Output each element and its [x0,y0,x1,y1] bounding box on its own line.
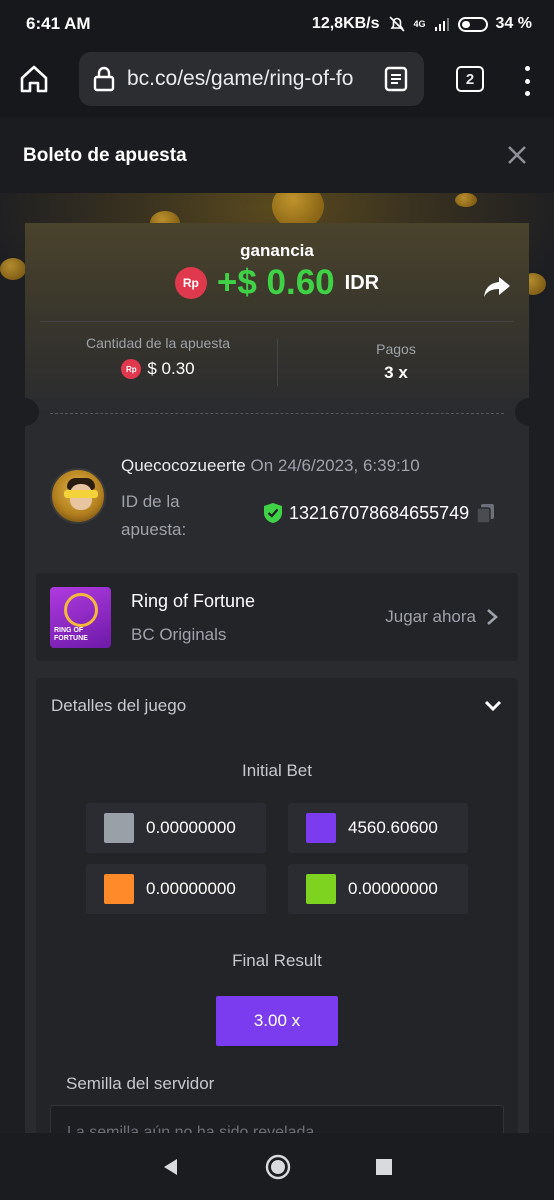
bet-cell-purple: 4560.60600 [288,803,468,853]
bet-amount-value-row: Rp $ 0.30 [45,359,271,379]
play-now-label: Jugar ahora [385,607,476,626]
game-details-panel: Detalles del juego Initial Bet 0.0000000… [36,678,518,1133]
lock-icon [93,66,115,92]
ticket-notch [515,398,543,426]
mute-bell-icon [388,16,405,32]
game-thumbnail-text: RING OF FORTUNE [54,627,88,642]
payout-stat: Pagos 3 x [285,341,507,383]
bet-cell-grey: 0.00000000 [86,803,266,853]
purple-swatch [306,813,336,843]
tab-switcher-button[interactable]: 2 [456,66,484,92]
orange-swatch [104,874,134,904]
verified-shield-icon [264,503,282,523]
gain-label: ganancia [240,241,314,260]
bet-value: 0.00000000 [348,879,438,898]
coin-decoration [455,193,477,207]
bet-amount-label: Cantidad de la apuesta [86,335,230,351]
bet-id-label: ID de la apuesta: [121,492,187,539]
ticket-summary: ganancia Rp +$ 0.60 IDR Cantidad de la a… [25,223,529,413]
divider [277,338,278,386]
server-seed-field[interactable]: La semilla aún no ha sido revelada [50,1105,504,1133]
game-provider: BC Originals [131,625,227,644]
game-name: Ring of Fortune [131,591,256,611]
bet-id-row: 132167078684655749 [263,502,497,524]
modal-content[interactable]: ganancia Rp +$ 0.60 IDR Cantidad de la a… [0,193,554,1133]
status-time: 6:41 AM [26,14,91,33]
home-icon[interactable] [17,62,51,96]
back-icon[interactable] [161,1157,181,1177]
battery-level: 34 % [495,15,532,32]
gain-currency: IDR [344,271,380,294]
copy-icon[interactable] [475,502,497,524]
bet-ticket: ganancia Rp +$ 0.60 IDR Cantidad de la a… [11,223,543,1133]
bet-value: 0.00000000 [146,818,236,837]
currency-badge: Rp [121,359,142,379]
browser-toolbar: bc.co/es/game/ring-of-fo 2 [0,48,554,118]
bet-date: On 24/6/2023, 6:39:10 [250,456,420,475]
chevron-right-icon [487,609,498,625]
battery-icon [457,16,488,32]
currency-badge: Rp [174,267,207,299]
avatar[interactable] [50,468,106,524]
address-bar[interactable]: bc.co/es/game/ring-of-fo [79,52,424,106]
payout-value: 3 x [384,363,408,382]
bet-value: 0.00000000 [146,879,236,898]
bet-amount-value: $ 0.30 [147,359,195,378]
modal-header: Boleto de apuesta [0,118,554,193]
final-result-badge: 3.00 x [216,996,338,1046]
user-row: Quecocozueerte On 24/6/2023, 6:39:10 ID … [50,456,510,578]
overflow-menu-icon[interactable] [522,66,532,96]
dashed-divider [50,413,504,414]
initial-bet-title: Initial Bet [242,761,312,780]
green-swatch [306,874,336,904]
payout-label: Pagos [376,341,416,357]
url-text: bc.co/es/game/ring-of-fo [127,67,354,90]
recents-icon[interactable] [375,1158,393,1176]
divider [40,321,514,322]
coin-decoration [0,258,26,280]
username[interactable]: Quecocozueerte [121,456,246,475]
modal-title: Boleto de apuesta [23,144,187,166]
system-nav-bar [0,1133,554,1200]
share-icon[interactable] [483,275,511,299]
status-icons: 12,8KB/s 4G 34 % [312,15,532,33]
server-seed-label: Semilla del servidor [66,1074,215,1093]
chevron-down-icon[interactable] [484,699,502,713]
grey-swatch [104,813,134,843]
final-result-title: Final Result [232,951,322,970]
game-card[interactable]: RING OF FORTUNE Ring of Fortune BC Origi… [36,573,518,661]
bet-value: 4560.60600 [348,818,438,837]
game-thumbnail: RING OF FORTUNE [50,587,111,648]
network-speed: 12,8KB/s [311,15,380,32]
reader-mode-icon[interactable] [384,66,408,92]
ticket-notch [11,398,39,426]
gain-amount: +$ 0.60 [216,263,335,302]
network-type: 4G [413,19,426,29]
bet-cell-orange: 0.00000000 [86,864,266,914]
bet-cell-green: 0.00000000 [288,864,468,914]
close-icon[interactable] [506,144,528,166]
status-bar: 6:41 AM 12,8KB/s 4G 34 % [0,0,554,48]
play-now-link[interactable]: Jugar ahora [385,607,498,627]
signal-icon [434,18,449,31]
details-header[interactable]: Detalles del juego [51,696,186,716]
home-circle-icon[interactable] [264,1153,292,1181]
gain-row: Rp +$ 0.60 IDR [25,263,529,303]
user-info: Quecocozueerte On 24/6/2023, 6:39:10 [121,456,420,476]
bet-id: 132167078684655749 [289,502,470,523]
bet-amount-stat: Cantidad de la apuesta Rp $ 0.30 [45,335,271,379]
